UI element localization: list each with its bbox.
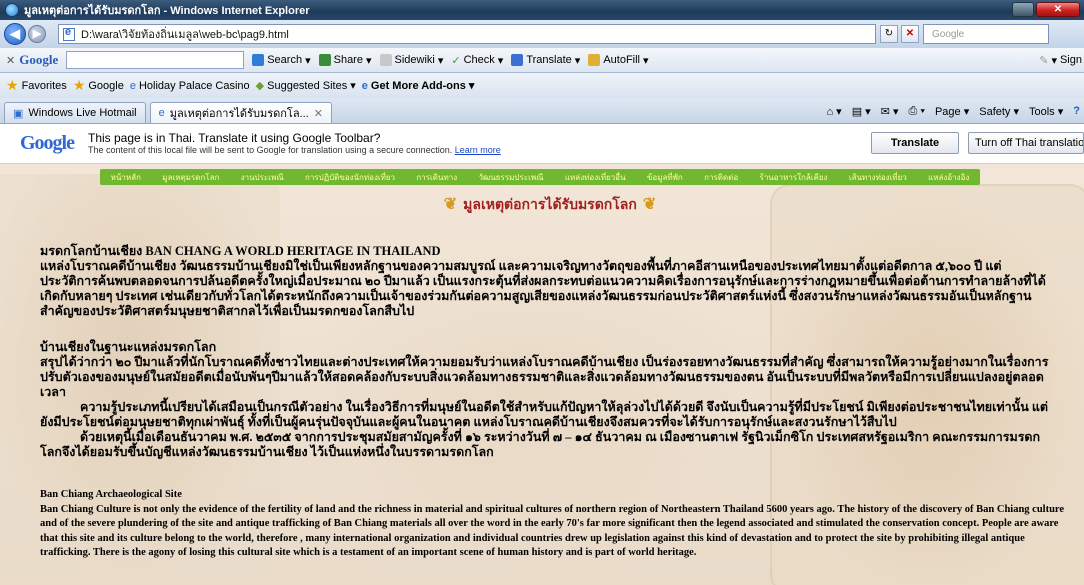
web-page-content: หน้าหลัก มูลเหตุมรดกโลก งานประเพณี การปฏ…	[0, 164, 1084, 585]
translate-button[interactable]: Translate	[871, 132, 959, 154]
ie-page-icon: e	[129, 79, 136, 92]
menu-item[interactable]: เส้นทางท่องเที่ยว	[849, 171, 907, 184]
close-toolbar-icon[interactable]: ✕	[6, 54, 15, 67]
spellcheck-icon: ✓	[451, 54, 461, 67]
window-title: มูลเหตุต่อการได้รับมรดกโลก - Windows Int…	[24, 5, 310, 17]
toolbar-search-button[interactable]: Search ▾	[252, 54, 311, 67]
menu-item[interactable]: แหล่งอ้างอิง	[928, 171, 969, 184]
paragraph-body: ความรู้ประเภทนี้เปรียบได้เสมือนเป็นกรณีต…	[40, 400, 1049, 429]
ornament-left-icon: ❦	[443, 196, 458, 213]
search-icon	[252, 54, 265, 66]
paragraph-title: บ้านเชียงในฐานะแหล่งมรดกโลก	[40, 340, 217, 354]
paragraph-body: แหล่งโบราณคดีบ้านเชียง วัฒนธรรมบ้านเชียง…	[40, 259, 1046, 318]
paragraph-1: มรดกโลกบ้านเชียง BAN CHANG A WORLD HERIT…	[40, 244, 1050, 319]
minimize-button[interactable]	[1012, 2, 1034, 17]
site-menu: หน้าหลัก มูลเหตุมรดกโลก งานประเพณี การปฏ…	[100, 169, 980, 185]
tab-bar: ▣ Windows Live Hotmail e มูลเหตุต่อการได้ร…	[0, 98, 1084, 124]
close-window-button[interactable]: ✕	[1036, 2, 1080, 17]
share-icon	[318, 54, 331, 66]
favorites-bar: ★ Favorites ★ Google e Holiday Palace Casin…	[0, 73, 1084, 98]
paragraph-body: ด้วยเหตุนี้เมื่อเดือนธันวาคม พ.ศ. ๒๕๓๕ จ…	[40, 430, 1041, 459]
toolbar-share-button[interactable]: Share ▾	[318, 54, 372, 67]
fav-suggested-sites[interactable]: ◆ Suggested Sites ▾	[255, 79, 356, 93]
fav-google[interactable]: ★ Google	[73, 77, 124, 94]
tools-menu[interactable]: Tools ▾	[1029, 105, 1063, 118]
menu-item[interactable]: การติดต่อ	[704, 171, 738, 184]
page-title: มูลเหตุต่อการได้รับมรดกโลก	[463, 198, 637, 213]
menu-item[interactable]: งานประเพณี	[241, 171, 284, 184]
back-button[interactable]: ◀	[4, 23, 26, 45]
page-icon	[63, 26, 75, 41]
close-tab-icon[interactable]: ✕	[314, 107, 323, 120]
learn-more-link[interactable]: Learn more	[455, 145, 501, 155]
translate-message: This page is in Thai. Translate it using…	[88, 130, 381, 145]
fav-get-addons[interactable]: e Get More Add-ons ▾	[361, 79, 475, 93]
translate-icon	[511, 54, 524, 66]
search-placeholder: Google	[932, 28, 965, 40]
google-logo: Google	[20, 132, 75, 154]
feeds-icon[interactable]: ▤ ▾	[852, 105, 871, 118]
favorites-button[interactable]: ★ Favorites	[6, 77, 67, 94]
home-icon[interactable]: ⌂ ▾	[826, 105, 841, 118]
menu-item[interactable]: วัฒนธรรมประเพณี	[478, 171, 543, 184]
address-bar[interactable]: D:\wara\วิจัยท้องถิ่นเมลูล\web-bc\pag9.h…	[58, 24, 876, 44]
print-icon[interactable]: ⎙ ▾	[908, 105, 924, 118]
sidewiki-icon	[379, 54, 392, 66]
toolbar-translate-button[interactable]: Translate ▾	[511, 54, 580, 67]
addons-icon: e	[361, 79, 368, 92]
toolbar-check-button[interactable]: ✓ Check ▾	[451, 54, 503, 67]
menu-item[interactable]: ร้านอาหารใกล้เคียง	[760, 171, 828, 184]
wrench-icon: ✎	[1039, 54, 1049, 67]
google-toolbar-search-input[interactable]	[66, 51, 245, 69]
menu-item[interactable]: การปฏิบัติของนักท่องเที่ยว	[305, 171, 395, 184]
translate-bar: Google This page is in Thai. Translate i…	[0, 124, 1084, 164]
star-icon: ★	[6, 77, 19, 93]
tab-current-page[interactable]: e มูลเหตุต่อการได้รับมรดกโล... ✕	[149, 102, 332, 123]
add-favorite-icon: ★	[72, 77, 86, 93]
google-toolbar-label: Google	[19, 52, 59, 67]
suggested-sites-icon: ◆	[255, 80, 265, 92]
autofill-icon	[588, 54, 601, 66]
menu-item[interactable]: มูลเหตุมรดกโลก	[162, 171, 219, 184]
refresh-icon[interactable]: ↻	[880, 25, 898, 43]
menu-item[interactable]: แหล่งท่องเที่ยวอื่น	[565, 171, 626, 184]
toolbar-signin-button[interactable]: ✎ ▾ Sign	[1039, 54, 1082, 67]
toolbar-autofill-button[interactable]: AutoFill ▾	[588, 54, 649, 67]
turn-off-translation-button[interactable]: Turn off Thai translation	[968, 132, 1084, 154]
help-icon[interactable]: ?	[1073, 105, 1080, 117]
stop-icon[interactable]: ✕	[901, 25, 919, 43]
forward-button[interactable]: ▶	[28, 25, 46, 43]
mail-icon[interactable]: ✉ ▾	[881, 105, 899, 118]
translate-subtext: The content of this local file will be s…	[88, 144, 453, 155]
fav-holiday-palace[interactable]: e Holiday Palace Casino	[130, 80, 250, 92]
toolbar-sidewiki-button[interactable]: Sidewiki ▾	[379, 54, 443, 67]
page-menu[interactable]: Page ▾	[935, 105, 969, 118]
menu-item[interactable]: หน้าหลัก	[111, 171, 141, 184]
navigation-bar: ◀ ▶ D:\wara\วิจัยท้องถิ่นเมลูล\web-bc\pa…	[0, 20, 1084, 48]
page-heading: ❦ มูลเหตุต่อการได้รับมรดกโลก ❦	[350, 194, 750, 218]
address-url: D:\wara\วิจัยท้องถิ่นเมลูล\web-bc\pag9.h…	[81, 29, 289, 41]
window-titlebar: มูลเหตุต่อการได้รับมรดกโลก - Windows Int…	[0, 0, 1084, 20]
english-body: Ban Chiang Culture is not only the evide…	[40, 503, 1065, 559]
paragraph-body: สรุปได้ว่ากว่า ๒๐ ปีมาแล้วที่นักโบราณคดี…	[40, 355, 1049, 399]
english-title: Ban Chiang Archaeological Site	[40, 489, 182, 500]
search-input[interactable]: Google	[923, 24, 1049, 44]
tab-hotmail[interactable]: ▣ Windows Live Hotmail	[4, 102, 146, 123]
safety-menu[interactable]: Safety ▾	[979, 105, 1019, 118]
hotmail-icon: ▣	[13, 107, 24, 120]
menu-item[interactable]: การเดินทาง	[416, 171, 457, 184]
ie-logo-icon	[5, 3, 19, 17]
english-section: Ban Chiang Archaeological Site Ban Chian…	[40, 488, 1070, 561]
google-toolbar: ✕ Google Search ▾ Share ▾ Sidewiki ▾ ✓ Ch…	[0, 48, 1084, 73]
paragraph-title: มรดกโลกบ้านเชียง BAN CHANG A WORLD HERIT…	[40, 244, 441, 258]
tab-page-icon: e	[158, 107, 165, 119]
menu-item[interactable]: ข้อมูลที่พัก	[647, 171, 683, 184]
ornament-right-icon: ❦	[642, 196, 657, 213]
paragraph-2: บ้านเชียงในฐานะแหล่งมรดกโลก สรุปได้ว่ากว…	[40, 340, 1050, 460]
